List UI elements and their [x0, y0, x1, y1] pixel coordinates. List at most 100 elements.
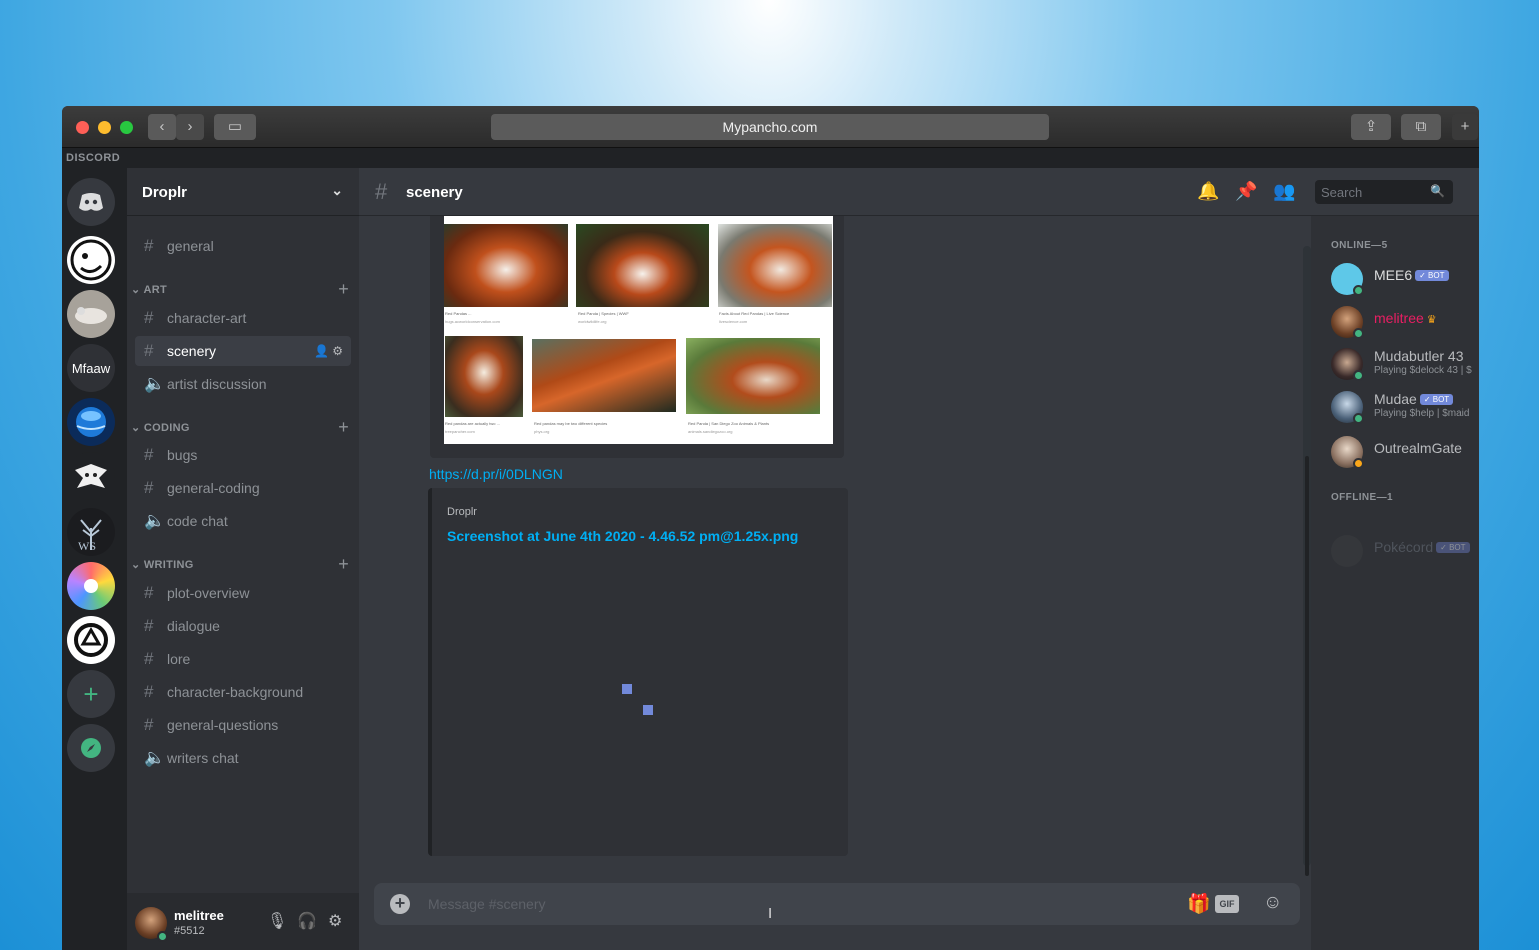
server-icon-4[interactable]: [67, 398, 115, 446]
gear-icon[interactable]: ⚙: [332, 344, 343, 358]
channel-general[interactable]: # general: [135, 231, 351, 261]
embed-provider: Droplr: [447, 506, 477, 518]
emoji-icon[interactable]: ☺: [1263, 892, 1282, 914]
channel-general-coding[interactable]: # general-coding: [135, 473, 351, 503]
image-attachment[interactable]: Red Pandas ... hugs.acworldconservation.…: [444, 216, 833, 444]
sidebar-toggle-button[interactable]: ▭: [214, 114, 256, 140]
category-writing[interactable]: ⌄ WRITING +: [131, 554, 351, 574]
category-art[interactable]: ⌄ ART +: [131, 279, 351, 299]
member-mudabutler[interactable]: Mudabutler 43 Playing $delock 43 | $: [1331, 346, 1479, 384]
add-channel-icon[interactable]: +: [338, 554, 349, 575]
server-icon-7[interactable]: [67, 562, 115, 610]
bell-icon[interactable]: 🔔: [1197, 181, 1219, 202]
gear-icon[interactable]: ⚙: [328, 911, 342, 931]
hash-icon: #: [144, 236, 154, 255]
add-server-button[interactable]: +: [67, 670, 115, 718]
headphones-icon[interactable]: 🎧: [297, 911, 317, 931]
search-input[interactable]: Search 🔍: [1315, 180, 1453, 204]
speaker-icon: 🔈: [144, 748, 166, 767]
category-coding[interactable]: ⌄ CODING +: [131, 417, 351, 437]
maximize-window-button[interactable]: [120, 121, 133, 134]
discord-wordmark: DISCORD: [62, 148, 1479, 168]
red-panda-image-4[interactable]: [445, 336, 523, 417]
animal-photo-icon: [75, 307, 107, 324]
channel-plot-overview[interactable]: # plot-overview: [135, 578, 351, 608]
microphone-icon[interactable]: 🎙: [267, 911, 287, 931]
new-tab-button[interactable]: +: [1452, 114, 1478, 140]
guild-name: Droplr: [142, 184, 187, 201]
channel-label: general-coding: [167, 480, 260, 496]
scrollbar-thumb[interactable]: [1305, 456, 1309, 876]
image-source: treepancher.com: [445, 429, 475, 434]
message-link[interactable]: https://d.pr/i/0DLNGN: [429, 466, 563, 482]
red-panda-image-6[interactable]: [686, 338, 820, 414]
channel-character-art[interactable]: # character-art: [135, 303, 351, 333]
speaker-icon: 🔈: [144, 374, 166, 393]
close-window-button[interactable]: [76, 121, 89, 134]
link-embed: Droplr Screenshot at June 4th 2020 - 4.4…: [428, 488, 848, 856]
channel-label: artist discussion: [167, 376, 267, 392]
member-mee6[interactable]: MEE6 ✓ BOT: [1331, 261, 1479, 299]
hash-icon: #: [144, 649, 154, 668]
image-source: worldwildlife.org: [578, 319, 607, 324]
text-cursor-icon: I: [768, 905, 773, 922]
members-icon[interactable]: 👥: [1273, 181, 1295, 202]
channel-artist-discussion[interactable]: 🔈 artist discussion: [135, 369, 351, 399]
member-pokecord[interactable]: Pokécord ✓ BOT: [1331, 533, 1479, 571]
attach-plus-icon[interactable]: +: [390, 894, 410, 914]
channel-scenery[interactable]: # scenery 👤 ⚙: [135, 336, 351, 366]
online-status-dot: [157, 931, 168, 942]
add-channel-icon[interactable]: +: [338, 279, 349, 300]
chevron-left-icon: ‹: [159, 118, 165, 135]
forward-button[interactable]: ›: [176, 114, 204, 140]
home-button[interactable]: [67, 178, 115, 226]
embed-title-link[interactable]: Screenshot at June 4th 2020 - 4.46.52 pm…: [447, 528, 798, 544]
server-icon-8[interactable]: [67, 616, 115, 664]
message-input[interactable]: [428, 893, 1128, 915]
compass-icon: [81, 738, 101, 758]
channel-lore[interactable]: # lore: [135, 644, 351, 674]
server-icon-5[interactable]: [67, 452, 115, 500]
share-button[interactable]: ⇪: [1351, 114, 1391, 140]
bot-badge: ✓ BOT: [1419, 394, 1454, 405]
channel-dialogue[interactable]: # dialogue: [135, 611, 351, 641]
minimize-window-button[interactable]: [98, 121, 111, 134]
channel-character-background[interactable]: # character-background: [135, 677, 351, 707]
server-ws[interactable]: WS: [67, 508, 115, 556]
gif-button[interactable]: GIF: [1215, 895, 1239, 913]
guild-header[interactable]: Droplr ⌄: [127, 168, 359, 216]
image-source: hugs.acworldconservation.com: [445, 319, 500, 324]
explore-servers-button[interactable]: [67, 724, 115, 772]
member-melitree[interactable]: melitree ♛: [1331, 304, 1479, 342]
channel-writers-chat[interactable]: 🔈 writers chat: [135, 743, 351, 773]
channel-code-chat[interactable]: 🔈 code chat: [135, 506, 351, 536]
red-panda-image-2[interactable]: [576, 224, 709, 307]
add-channel-icon[interactable]: +: [338, 417, 349, 438]
crown-icon: ♛: [1426, 314, 1437, 326]
channel-general-questions[interactable]: # general-questions: [135, 710, 351, 740]
bot-badge: ✓ BOT: [1436, 542, 1470, 553]
server-icon-1[interactable]: [67, 236, 115, 284]
server-icon-2[interactable]: [67, 290, 115, 338]
member-name: OutrealmGate: [1374, 440, 1462, 456]
red-panda-image-3[interactable]: [718, 224, 832, 307]
tabs-overview-button[interactable]: ⧉: [1401, 114, 1441, 140]
back-button[interactable]: ‹: [148, 114, 176, 140]
channel-sidebar: Droplr ⌄ # general ⌄ ART + # character-art …: [127, 168, 359, 950]
image-caption: Red Panda | Species | WWF: [578, 311, 629, 316]
member-outrealmgate-row[interactable]: OutrealmGate: [1331, 434, 1479, 472]
member-activity: Playing $help | $maid: [1374, 408, 1470, 419]
channel-bugs[interactable]: # bugs: [135, 440, 351, 470]
gift-icon[interactable]: 🎁: [1187, 892, 1211, 916]
address-bar[interactable]: Mypancho.com: [491, 114, 1049, 140]
offline-header: OFFLINE—1: [1331, 492, 1393, 503]
chat-header: # scenery 🔔 📌 👥 Search 🔍: [359, 168, 1479, 216]
channel-label: general-questions: [167, 717, 279, 733]
red-panda-image-5[interactable]: [532, 339, 676, 412]
member-mudae[interactable]: Mudae ✓ BOT Playing $help | $maid: [1331, 389, 1479, 427]
image-source: phys.org: [534, 429, 550, 434]
invite-icon[interactable]: 👤: [314, 344, 329, 358]
server-mfaaw[interactable]: Mfaaw: [67, 344, 115, 392]
red-panda-image-1[interactable]: [444, 224, 568, 307]
pin-icon[interactable]: 📌: [1235, 181, 1257, 202]
